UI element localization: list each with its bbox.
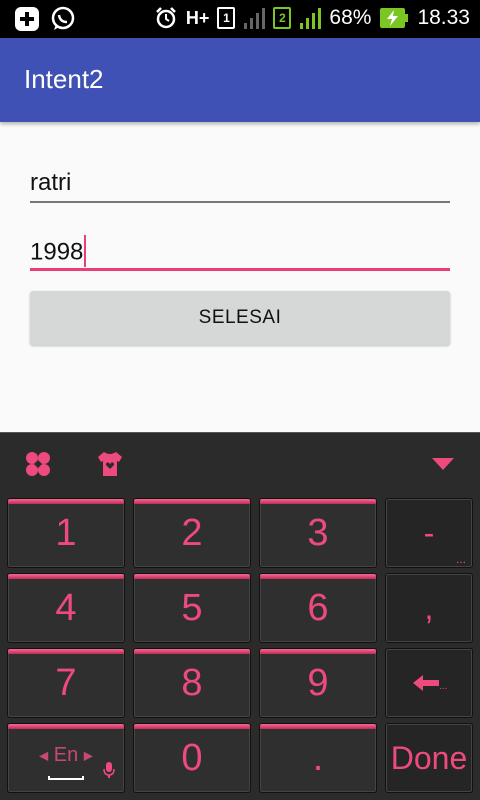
key-0[interactable]: 0: [133, 723, 251, 793]
plus-icon: [14, 6, 40, 32]
name-field-value: ratri: [30, 169, 72, 196]
collapse-triangle-icon[interactable]: [426, 447, 460, 481]
done-button[interactable]: Done: [385, 723, 473, 793]
key-language-space[interactable]: ◀ En ▶: [7, 723, 125, 793]
clock: 18.33: [417, 6, 470, 29]
year-field-value: 1998: [30, 238, 84, 266]
key-comma[interactable]: ,: [385, 573, 473, 643]
name-field-underline: [30, 201, 450, 203]
battery-charging-icon: [379, 7, 409, 29]
key-6[interactable]: 6: [259, 573, 377, 643]
clover-icon[interactable]: [21, 447, 55, 481]
app-bar: Intent2: [0, 38, 480, 122]
signal-icon: [299, 6, 322, 30]
key-5[interactable]: 5: [133, 573, 251, 643]
network-type: H+: [185, 7, 210, 28]
whatsapp-icon: [50, 6, 76, 32]
key-period[interactable]: .: [259, 723, 377, 793]
name-field[interactable]: ratri: [30, 155, 450, 203]
key-1[interactable]: 1: [7, 498, 125, 568]
shirt-heart-icon[interactable]: [93, 447, 127, 481]
language-label: En: [53, 744, 79, 766]
selesai-button[interactable]: SELESAI: [30, 291, 450, 345]
keyboard-toolbar: [0, 433, 480, 493]
text-cursor: [84, 235, 87, 267]
key-8[interactable]: 8: [133, 648, 251, 718]
svg-text:...: ...: [439, 681, 447, 692]
key-enter[interactable]: ...: [385, 648, 473, 718]
signal-icon: [243, 6, 266, 30]
key-7[interactable]: 7: [7, 648, 125, 718]
app-title: Intent2: [24, 64, 104, 94]
enter-icon: ...: [413, 675, 447, 692]
key-3[interactable]: 3: [259, 498, 377, 568]
key-9[interactable]: 9: [259, 648, 377, 718]
numeric-keyboard: 1 2 3 -... 4 5 6 , 7 8 9 ... ◀ En ▶ 0 . …: [0, 432, 480, 800]
key-2[interactable]: 2: [133, 498, 251, 568]
key-4[interactable]: 4: [7, 573, 125, 643]
status-bar: H+ 1 2 68% 18.33: [0, 0, 480, 38]
year-field[interactable]: 1998: [30, 223, 450, 271]
sim2-icon: 2: [273, 7, 292, 29]
alarm-icon: [154, 6, 178, 30]
key-minus[interactable]: -...: [385, 498, 473, 568]
year-field-underline: [30, 268, 450, 271]
sim1-icon: 1: [217, 7, 236, 29]
battery-percent: 68%: [329, 6, 372, 29]
space-icon: [48, 776, 84, 780]
mic-icon: [102, 761, 116, 784]
